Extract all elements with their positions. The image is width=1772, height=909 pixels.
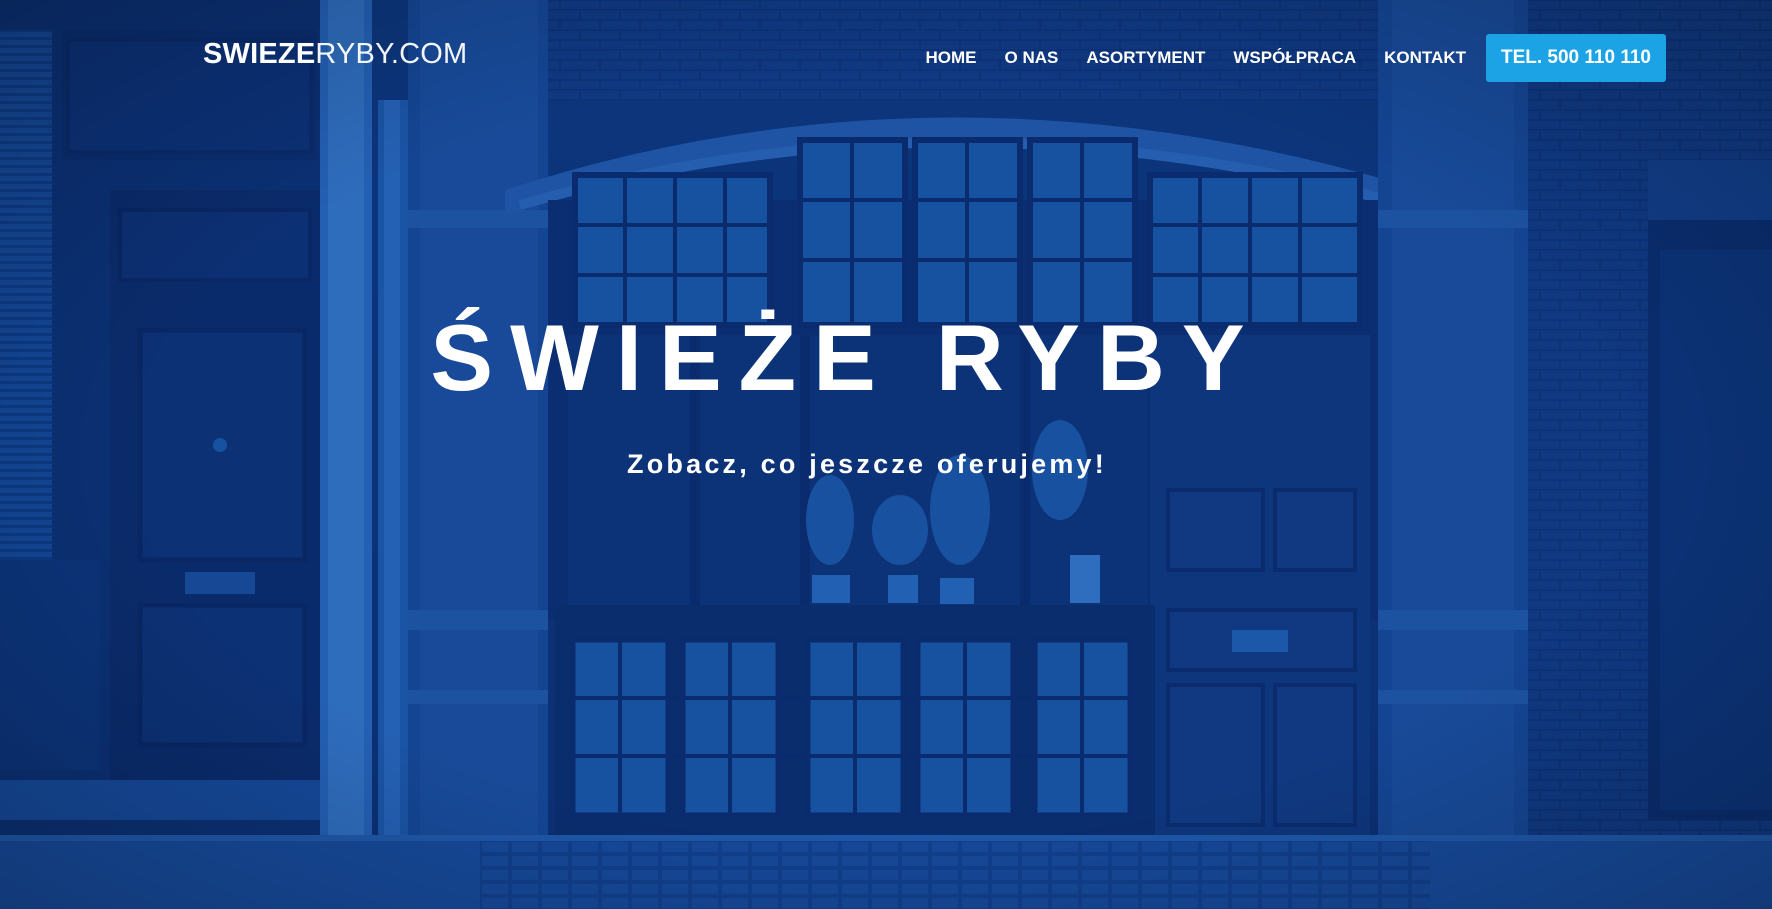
hero-section: SWIEZE RYBY.COM HOME O NAS ASORTYMENT WSP…	[0, 0, 1772, 909]
nav-item-home[interactable]: HOME	[926, 34, 977, 82]
hero-title: ŚWIEŻE RYBY	[430, 305, 1262, 410]
site-header: SWIEZE RYBY.COM HOME O NAS ASORTYMENT WSP…	[0, 0, 1772, 115]
main-nav: HOME O NAS ASORTYMENT WSPÓŁPRACA KONTAKT…	[926, 34, 1666, 82]
phone-button[interactable]: TEL. 500 110 110	[1485, 34, 1666, 82]
hero-subtitle: Zobacz, co jeszcze oferujemy!	[627, 449, 1107, 479]
nav-item-o-nas[interactable]: O NAS	[1005, 34, 1059, 82]
site-logo[interactable]: SWIEZE RYBY.COM	[203, 38, 467, 78]
logo-light-text: RYBY.COM	[315, 38, 468, 70]
nav-item-wspolpraca[interactable]: WSPÓŁPRACA	[1233, 34, 1356, 82]
nav-item-asortyment[interactable]: ASORTYMENT	[1086, 34, 1205, 82]
nav-item-kontakt[interactable]: KONTAKT	[1384, 34, 1466, 82]
logo-bold-text: SWIEZE	[203, 38, 316, 70]
